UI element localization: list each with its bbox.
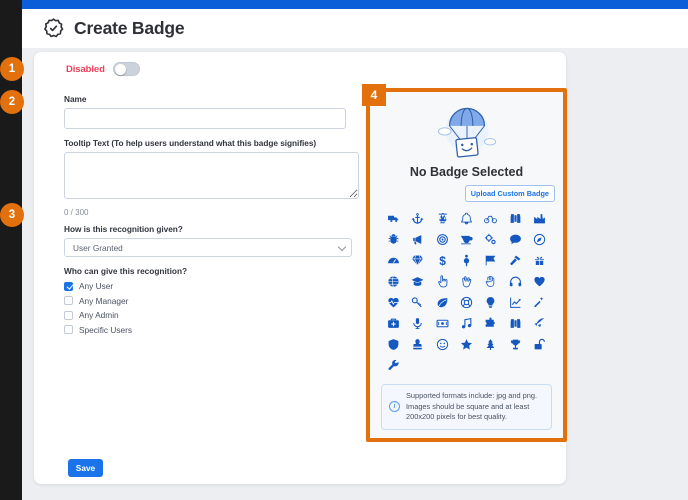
format-info-box: i Supported formats include: jpg and png… bbox=[381, 383, 552, 430]
balance-scale-icon[interactable] bbox=[430, 209, 454, 227]
microphone-icon[interactable] bbox=[405, 314, 429, 332]
money-bill-icon[interactable] bbox=[430, 314, 454, 332]
create-badge-screen: Create Badge Disabled Name Tooltip Text … bbox=[0, 0, 688, 500]
trophy-icon[interactable] bbox=[503, 335, 527, 353]
character-counter: 0 / 300 bbox=[64, 208, 89, 217]
save-button[interactable]: Save bbox=[68, 459, 103, 477]
annotation-marker-3: 3 bbox=[0, 203, 24, 227]
annotation-marker-4: 4 bbox=[362, 84, 386, 106]
chart-line-icon[interactable] bbox=[503, 293, 527, 311]
page-title: Create Badge bbox=[74, 18, 185, 38]
heart-icon[interactable] bbox=[528, 272, 552, 290]
checkbox-label: Any Admin bbox=[79, 310, 119, 321]
cogs-icon[interactable] bbox=[479, 230, 503, 248]
hand-pointer-icon[interactable] bbox=[430, 272, 454, 290]
checkbox-specific-users[interactable] bbox=[64, 325, 73, 335]
checkbox-row-any-admin[interactable]: Any Admin bbox=[64, 308, 352, 323]
gift-icon[interactable] bbox=[528, 251, 552, 269]
bug-icon[interactable] bbox=[381, 230, 405, 248]
dollar-sign-icon[interactable]: $ bbox=[430, 251, 454, 269]
svg-text:$: $ bbox=[439, 254, 446, 267]
anchor-icon[interactable] bbox=[405, 209, 429, 227]
recognition-select-wrap[interactable]: User Granted bbox=[64, 238, 352, 257]
female-icon[interactable] bbox=[454, 251, 478, 269]
graduation-cap-icon[interactable] bbox=[405, 272, 429, 290]
toggle-status-label: Disabled bbox=[66, 63, 105, 75]
star-icon[interactable] bbox=[454, 335, 478, 353]
bullseye-icon[interactable] bbox=[430, 230, 454, 248]
checkbox-any-user[interactable] bbox=[64, 281, 73, 291]
badge-selection-panel: No Badge Selected Upload Custom Badge $ … bbox=[366, 88, 567, 442]
diamond-icon[interactable] bbox=[405, 251, 429, 269]
shield-icon[interactable] bbox=[381, 335, 405, 353]
smile-icon[interactable] bbox=[430, 335, 454, 353]
coffee-icon[interactable] bbox=[454, 230, 478, 248]
form-column: Name Tooltip Text (To help users underst… bbox=[64, 94, 359, 337]
name-input[interactable] bbox=[64, 108, 346, 129]
headphones-icon[interactable] bbox=[503, 272, 527, 290]
lightbulb-icon[interactable] bbox=[479, 293, 503, 311]
hand-paper-icon[interactable] bbox=[479, 272, 503, 290]
page-header: Create Badge bbox=[22, 9, 688, 48]
checkbox-any-manager[interactable] bbox=[64, 296, 73, 306]
annotation-marker-2: 2 bbox=[0, 90, 24, 114]
upload-custom-badge-button[interactable]: Upload Custom Badge bbox=[464, 185, 555, 202]
checkbox-label: Any Manager bbox=[79, 295, 129, 306]
page-background: Disabled Name Tooltip Text (To help user… bbox=[22, 48, 688, 500]
who-can-give-label: Who can give this recognition? bbox=[64, 266, 188, 276]
hand-spock-icon[interactable] bbox=[454, 272, 478, 290]
checkbox-row-specific-users[interactable]: Specific Users bbox=[64, 323, 352, 338]
recognition-select[interactable]: User Granted bbox=[64, 238, 352, 257]
medkit-icon[interactable] bbox=[381, 314, 405, 332]
dashboard-icon[interactable] bbox=[381, 251, 405, 269]
enable-toggle-switch[interactable] bbox=[112, 62, 140, 76]
unlock-icon[interactable] bbox=[528, 335, 552, 353]
checkbox-row-any-manager[interactable]: Any Manager bbox=[64, 294, 352, 309]
heartbeat-icon[interactable] bbox=[381, 293, 405, 311]
badge-icon-grid: $ bbox=[370, 202, 563, 374]
bicycle-icon[interactable] bbox=[479, 209, 503, 227]
badge-check-icon bbox=[42, 17, 65, 40]
puzzle-piece-icon[interactable] bbox=[479, 314, 503, 332]
checkbox-any-admin[interactable] bbox=[64, 310, 73, 320]
hammer-icon[interactable] bbox=[503, 251, 527, 269]
annotation-marker-1: 1 bbox=[0, 57, 24, 81]
top-accent-bar bbox=[22, 0, 688, 9]
life-ring-icon[interactable] bbox=[454, 293, 478, 311]
ambulance-icon[interactable] bbox=[381, 209, 405, 227]
badge-form-card: Disabled Name Tooltip Text (To help user… bbox=[34, 52, 567, 484]
checkbox-label: Any User bbox=[79, 281, 114, 292]
tooltip-label: Tooltip Text (To help users understand w… bbox=[64, 138, 317, 148]
tooltip-textarea[interactable] bbox=[64, 152, 359, 199]
info-icon: i bbox=[389, 401, 400, 413]
compass-icon[interactable] bbox=[528, 230, 552, 248]
parachute-box-illustration bbox=[437, 107, 496, 158]
upload-row: Upload Custom Badge bbox=[370, 179, 563, 202]
music-icon[interactable] bbox=[454, 314, 478, 332]
enable-toggle-row[interactable]: Disabled bbox=[66, 62, 140, 76]
tree-icon[interactable] bbox=[479, 335, 503, 353]
stamp-icon[interactable] bbox=[405, 335, 429, 353]
toggle-knob bbox=[114, 64, 126, 75]
who-checkbox-list: Any User Any Manager Any Admin Specific … bbox=[64, 279, 352, 337]
flag-icon[interactable] bbox=[479, 251, 503, 269]
checkbox-row-any-user[interactable]: Any User bbox=[64, 279, 352, 294]
bullhorn-icon[interactable] bbox=[405, 230, 429, 248]
industry-icon[interactable] bbox=[528, 209, 552, 227]
wrench-icon[interactable] bbox=[381, 356, 405, 374]
checkbox-label: Specific Users bbox=[79, 324, 133, 335]
key-icon[interactable] bbox=[405, 293, 429, 311]
no-badge-selected-text: No Badge Selected bbox=[409, 165, 524, 179]
magic-icon[interactable] bbox=[528, 293, 552, 311]
globe-icon[interactable] bbox=[381, 272, 405, 290]
bell-icon[interactable] bbox=[454, 209, 478, 227]
recognition-label: How is this recognition given? bbox=[64, 224, 183, 234]
search-icon[interactable] bbox=[503, 314, 527, 332]
leaf-icon[interactable] bbox=[430, 293, 454, 311]
name-label: Name bbox=[64, 94, 87, 104]
comment-icon[interactable] bbox=[503, 230, 527, 248]
rocket-icon[interactable] bbox=[528, 314, 552, 332]
binoculars-icon[interactable] bbox=[503, 209, 527, 227]
format-info-text: Supported formats include: jpg and png. … bbox=[406, 390, 538, 422]
